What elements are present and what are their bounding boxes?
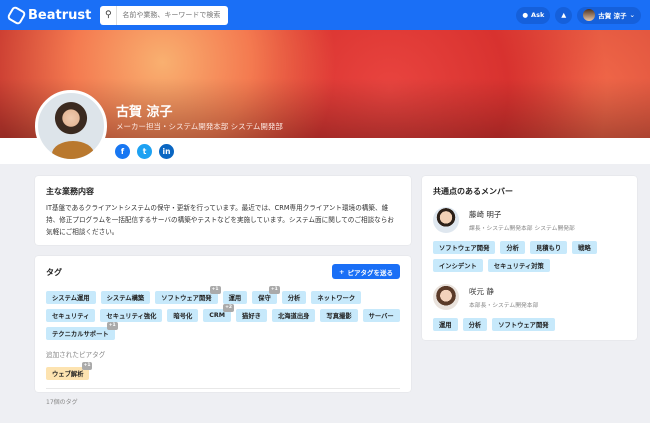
profile-avatar [35,90,107,162]
tag[interactable]: ソフトウェア開発 +1 [155,286,221,304]
tag[interactable]: セキュリティ対策 [487,259,550,272]
search-icon: ⚲ [100,5,118,25]
tag-label: システム構築 [106,295,145,302]
chat-icon: ● [522,11,529,19]
tag-endorse-count: +1 [268,286,280,294]
tag[interactable]: 運用 [433,318,458,331]
tag-label: 写真撮影 [326,313,352,320]
member-avatar [433,207,459,233]
tag[interactable]: ソフトウェア開発 [492,318,555,331]
member-tags: 運用 分析 ソフトウェア開発 [433,318,626,331]
search-box[interactable]: ⚲ [100,5,229,25]
peer-tags-title: 追加されたピアタグ [46,351,106,359]
notifications-button[interactable]: ▲ [555,6,573,24]
bell-icon: ▲ [561,11,567,19]
chevron-down-icon: ⌄ [629,11,635,19]
send-label: ピアタグを送る [347,268,394,277]
plus-icon: + [339,267,345,276]
brand-logo[interactable]: Beatrust [6,4,92,26]
tag-label: ネットワーク [317,295,356,302]
member-header: 咲元 静本部長・システム開発本部 [433,284,626,310]
tag-label: 暗号化 [173,313,193,320]
member-header: 藤崎 明子課長・システム開発本部 システム開発部 [433,207,626,233]
member-role: 課長・システム開発本部 システム開発部 [469,225,575,232]
tag[interactable]: テクニカルサポート +1 [46,322,118,340]
tag-label: セキュリティ強化 [106,313,157,320]
send-peer-tag-button[interactable]: + ピアタグを送る [332,264,400,279]
top-nav: Beatrust ⚲ ●Ask ▲ 古賀 涼子⌄ [0,0,650,30]
duties-text: IT基盤であるクライアントシステムの保守・更新を行っています。最近では、CRM専… [46,204,394,236]
tag-label: ソフトウェア開発 [161,295,212,302]
member-role: 本部長・システム開発本部 [469,302,539,309]
search-input[interactable] [117,11,226,19]
avatar [583,9,596,21]
tag[interactable]: 写真撮影 [320,309,358,322]
tag-label: 分析 [287,295,301,302]
duties-card: 主な業務内容 IT基盤であるクライアントシステムの保守・更新を行っています。最近… [35,176,411,245]
tag[interactable]: インシデント [433,259,483,272]
brand-name: Beatrust [28,7,92,23]
ask-label: Ask [531,11,545,19]
tag-label: 北海道出身 [277,313,310,320]
profile-role: メーカー担当・システム開発本部 システム開発部 [116,122,283,131]
tag-label: セキュリティ [52,313,90,320]
tag-endorse-count: +1 [209,286,221,294]
tag-label: 猫好き [242,313,261,320]
twitter-icon[interactable]: t [137,144,152,159]
duties-title: 主な業務内容 [46,187,94,196]
tag[interactable]: 北海道出身 [271,309,316,322]
member[interactable]: 咲元 静本部長・システム開発本部運用 分析 ソフトウェア開発 [433,284,626,331]
members-title: 共通点のあるメンバー [433,187,513,196]
tag[interactable]: ウェブ解析 +1 [46,362,93,380]
tag[interactable]: 運用 [222,291,248,304]
member-info: 咲元 静本部長・システム開発本部 [469,286,538,309]
tag[interactable]: 分析 [462,318,488,331]
tag-label: ウェブ解析 [52,371,84,378]
ask-button[interactable]: ● Ask [516,6,551,24]
user-name: 古賀 涼子 [598,12,627,20]
member[interactable]: 藤崎 明子課長・システム開発本部 システム開発部ソフトウェア開発 分析 見積もり 戦略… [433,207,626,272]
tag[interactable]: 分析 [500,241,525,254]
tag[interactable]: 猫好き [236,309,267,322]
member-name[interactable]: 咲元 静 [469,286,538,297]
tag[interactable]: ネットワーク [311,291,362,304]
tag[interactable]: システム運用 [46,291,96,304]
member-info: 藤崎 明子課長・システム開発本部 システム開発部 [469,209,575,232]
tags-card: タグ + ピアタグを送る システム運用 システム構築 ソフトウェア開発 +1 運用 保守 +1… [35,256,411,406]
tag-count: 17個のタグ [46,388,400,406]
tag[interactable]: セキュリティ [46,309,96,322]
profile-name: 古賀 涼子 [116,105,173,120]
tag[interactable]: 分析 [281,291,307,304]
tag[interactable]: セキュリティ強化 [100,309,163,322]
tag[interactable]: ソフトウェア開発 [433,241,496,254]
member-avatar [433,284,459,310]
member-name[interactable]: 藤崎 明子 [469,209,575,220]
tag-label: 運用 [228,295,242,302]
linkedin-icon[interactable]: in [159,144,174,159]
tag[interactable]: 見積もり [529,241,568,254]
tag[interactable]: 暗号化 [167,309,199,322]
tag[interactable]: CRM +2 [203,304,235,322]
facebook-icon[interactable]: f [115,144,130,159]
user-menu[interactable]: 古賀 涼子 ⌄ [577,6,641,24]
tag-endorse-count: +1 [106,322,118,330]
tag[interactable]: システム構築 [100,291,151,304]
tag-label: システム運用 [52,295,90,302]
tag[interactable]: サーバー [362,309,400,322]
tag[interactable]: 戦略 [572,241,597,254]
tag-endorse-count: +2 [223,304,235,312]
logo-icon [6,4,27,26]
common-members-card: 共通点のあるメンバー 藤崎 明子課長・システム開発本部 システム開発部ソフトウェ… [422,176,637,340]
tag-label: サーバー [368,313,394,320]
tag-endorse-count: +1 [81,362,93,370]
tag[interactable]: 保守 +1 [252,286,280,304]
tag-label: テクニカルサポート [52,331,109,338]
tag-label: 保守 [258,295,271,302]
tag-label: CRM [209,312,226,319]
member-tags: ソフトウェア開発 分析 見積もり 戦略インシデント セキュリティ対策 [433,241,626,272]
